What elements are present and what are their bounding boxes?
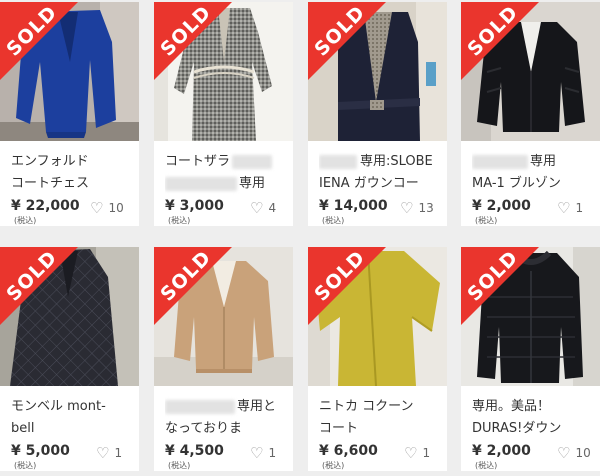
item-price: ¥ 3,000	[165, 198, 224, 214]
redacted-text	[472, 154, 528, 169]
heart-outline-icon: ♡	[557, 444, 571, 462]
tax-included-label: (税込)	[475, 216, 498, 225]
redacted-text	[232, 154, 273, 169]
like-count[interactable]: ♡ 10	[557, 444, 591, 462]
heart-outline-icon: ♡	[90, 199, 104, 217]
tax-included-label: (税込)	[168, 461, 191, 470]
item-card[interactable]: SOLD 専用:SLOBE IENA ガウンコー ¥ 14,000 (税込) ♡…	[308, 2, 447, 226]
heart-outline-icon: ♡	[250, 199, 264, 217]
like-count[interactable]: ♡ 1	[96, 444, 122, 462]
like-count[interactable]: ♡ 1	[404, 444, 430, 462]
like-count[interactable]: ♡ 4	[250, 199, 276, 217]
item-price: ¥ 22,000	[11, 198, 80, 214]
redacted-text	[319, 154, 357, 169]
like-count[interactable]: ♡ 1	[250, 444, 276, 462]
item-photo-navy-gown-coat	[308, 2, 447, 141]
item-card[interactable]: SOLD 専用と なっておりま ¥ 4,500 (税込) ♡ 1	[154, 247, 293, 471]
item-card[interactable]: SOLD 専用。美品！ DURAS!ダウン ¥ 2,000 (税込) ♡ 10	[461, 247, 600, 471]
item-photo-montbell-quilted-coat	[0, 247, 139, 386]
redacted-text	[165, 399, 235, 414]
tax-included-label: (税込)	[168, 216, 191, 225]
tax-included-label: (税込)	[322, 216, 345, 225]
item-card[interactable]: SOLD 専用 MA-1 ブルゾン ¥ 2,000 (税込) ♡ 1	[461, 2, 600, 226]
item-title: 専用:SLOBE IENA ガウンコー	[319, 154, 433, 191]
like-count[interactable]: ♡ 1	[557, 199, 583, 217]
item-card[interactable]: SOLD モンベル mont- bell ¥ 5,000 (税込) ♡ 1	[0, 247, 139, 471]
tax-included-label: (税込)	[475, 461, 498, 470]
item-price: ¥ 2,000	[472, 443, 531, 459]
item-title: コートザラ 専用	[165, 151, 287, 195]
item-price: ¥ 14,000	[319, 198, 388, 214]
item-title: エンフォルド コートチェス	[11, 154, 90, 191]
item-price: ¥ 6,600	[319, 443, 378, 459]
heart-outline-icon: ♡	[250, 444, 264, 462]
item-photo-blue-coat	[0, 2, 139, 141]
item-card[interactable]: SOLD ニトカ コクーン コート ¥ 6,600 (税込) ♡ 1	[308, 247, 447, 471]
like-count[interactable]: ♡ 10	[90, 199, 124, 217]
item-card[interactable]: SOLD エンフォルド コートチェス ¥ 22,000 (税込) ♡ 10	[0, 2, 139, 226]
tax-included-label: (税込)	[14, 216, 37, 225]
item-title: 専用。美品！ DURAS!ダウン	[472, 399, 562, 436]
item-photo-check-coat	[154, 2, 293, 141]
item-photo-black-ma1-jacket	[461, 2, 600, 141]
item-price: ¥ 2,000	[472, 198, 531, 214]
like-count[interactable]: ♡ 13	[400, 199, 434, 217]
tax-included-label: (税込)	[14, 461, 37, 470]
item-photo-black-down-jacket	[461, 247, 600, 386]
item-card[interactable]: SOLD コートザラ 専用 ¥ 3,000 (税込) ♡ 4	[154, 2, 293, 226]
heart-outline-icon: ♡	[404, 444, 418, 462]
item-photo-beige-jacket	[154, 247, 293, 386]
heart-outline-icon: ♡	[400, 199, 414, 217]
heart-outline-icon: ♡	[96, 444, 110, 462]
tax-included-label: (税込)	[322, 461, 345, 470]
heart-outline-icon: ♡	[557, 199, 571, 217]
item-title: 専用と なっておりま	[165, 399, 277, 436]
item-price: ¥ 5,000	[11, 443, 70, 459]
item-title: ニトカ コクーン コート	[319, 399, 414, 436]
item-title: 専用 MA-1 ブルゾン	[472, 154, 561, 191]
redacted-text	[165, 176, 237, 191]
item-grid: SOLD エンフォルド コートチェス ¥ 22,000 (税込) ♡ 10 SO…	[0, 0, 600, 476]
item-price: ¥ 4,500	[165, 443, 224, 459]
item-photo-yellow-cocoon-coat	[308, 247, 447, 386]
item-title: モンベル mont- bell	[11, 399, 106, 436]
